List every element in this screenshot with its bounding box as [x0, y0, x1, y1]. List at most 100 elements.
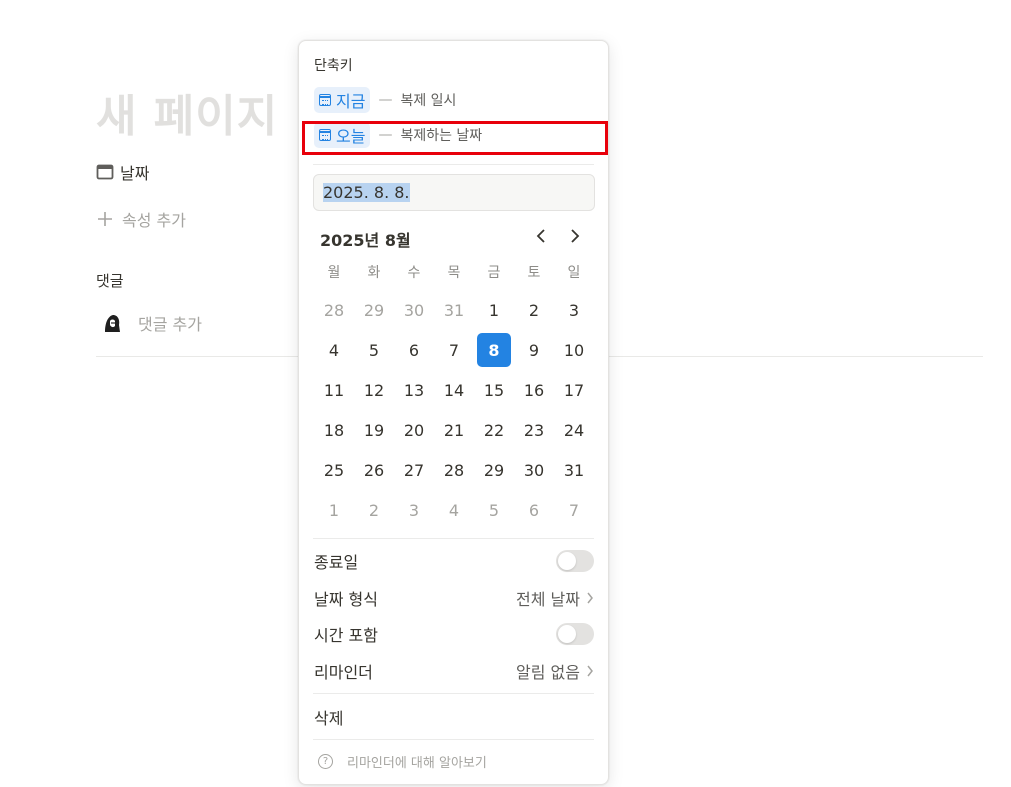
add-comment-placeholder[interactable]: 댓글 추가: [138, 311, 202, 335]
date-format-value: 전체 날짜: [516, 590, 580, 609]
calendar-day-number: 25: [323, 460, 345, 480]
calendar-day[interactable]: 18: [314, 410, 354, 450]
add-property-button[interactable]: 속성 추가: [96, 207, 186, 231]
calendar-day[interactable]: 4: [314, 330, 354, 370]
calendar-day[interactable]: 13: [394, 370, 434, 410]
property-date[interactable]: 날짜: [96, 160, 149, 184]
calendar-day[interactable]: 5: [474, 490, 514, 530]
calendar-day[interactable]: 11: [314, 370, 354, 410]
calendar-day-number: 3: [568, 300, 580, 320]
dash-separator: —: [378, 92, 393, 108]
calendar-day-number: 7: [568, 500, 580, 520]
calendar-day[interactable]: 2: [354, 490, 394, 530]
calendar-day-number: 30: [523, 460, 545, 480]
calendar-day[interactable]: 20: [394, 410, 434, 450]
calendar-day[interactable]: 23: [514, 410, 554, 450]
shortcut-desc: 복제 일시: [400, 93, 457, 109]
calendar-day[interactable]: 3: [554, 290, 594, 330]
divider: [313, 538, 594, 539]
weekday-header: 수: [407, 265, 421, 281]
calendar-day[interactable]: 9: [514, 330, 554, 370]
calendar-day[interactable]: 30: [514, 450, 554, 490]
calendar-day[interactable]: 31: [434, 290, 474, 330]
calendar-day-number: 21: [443, 420, 465, 440]
calendar-day[interactable]: 2: [514, 290, 554, 330]
help-link[interactable]: ? 리마인더에 대해 알아보기: [318, 752, 487, 771]
shortcut-chip-now[interactable]: 지금: [314, 87, 371, 113]
calendar-day[interactable]: 17: [554, 370, 594, 410]
calendar-day[interactable]: 16: [514, 370, 554, 410]
calendar-day[interactable]: 7: [554, 490, 594, 530]
calendar-day[interactable]: 29: [354, 290, 394, 330]
calendar-day[interactable]: 6: [394, 330, 434, 370]
calendar-day[interactable]: 1: [314, 490, 354, 530]
calendar-day[interactable]: 29: [474, 450, 514, 490]
calendar-day[interactable]: 21: [434, 410, 474, 450]
date-picker-popover: 단축키 지금 — 복제 일시 오늘 — 복제하는 날짜 2025. 8. 8. …: [298, 40, 609, 785]
calendar-day[interactable]: 7: [434, 330, 474, 370]
weekday-header: 월: [327, 265, 341, 281]
calendar-day-number: 8: [488, 340, 500, 360]
calendar-day-number: 2: [368, 500, 380, 520]
next-month-button[interactable]: [563, 225, 585, 247]
calendar-day[interactable]: 24: [554, 410, 594, 450]
calendar-day[interactable]: 5: [354, 330, 394, 370]
date-format-row[interactable]: 날짜 형식 전체 날짜: [314, 583, 594, 613]
calendar-day-number: 4: [328, 340, 340, 360]
calendar-day[interactable]: 28: [434, 450, 474, 490]
calendar-day-number: 13: [403, 380, 425, 400]
chevron-right-icon: [587, 665, 593, 677]
add-comment-row[interactable]: 댓글 추가: [100, 311, 202, 335]
plus-icon: [98, 212, 112, 226]
reminder-label: 리마인더: [314, 663, 373, 682]
calendar-day[interactable]: 28: [314, 290, 354, 330]
weekday-header: 토: [527, 265, 541, 281]
calendar-day[interactable]: 15: [474, 370, 514, 410]
calendar-day-number: 27: [403, 460, 425, 480]
end-date-row[interactable]: 종료일: [314, 546, 594, 576]
delete-button[interactable]: 삭제: [314, 702, 594, 732]
calendar-day[interactable]: 19: [354, 410, 394, 450]
calendar-day-selected[interactable]: 8: [474, 330, 514, 370]
calendar-day[interactable]: 12: [354, 370, 394, 410]
calendar-grid: 월 화 수 목 금 토 일 28 29 30 31 1 2 3 4 5 6 7 8 9 10 11 12 13 14 15 16 17…: [314, 254, 594, 530]
help-text: 리마인더에 대해 알아보기: [347, 756, 487, 771]
calendar-day[interactable]: 27: [394, 450, 434, 490]
chevron-left-icon: [536, 229, 545, 243]
calendar-day-number: 6: [528, 500, 540, 520]
calendar-icon: [96, 164, 114, 180]
calendar-day[interactable]: 1: [474, 290, 514, 330]
include-time-label: 시간 포함: [314, 626, 378, 645]
calendar-day[interactable]: 6: [514, 490, 554, 530]
include-time-row[interactable]: 시간 포함: [314, 619, 594, 649]
reminder-row[interactable]: 리마인더 알림 없음: [314, 656, 594, 686]
calendar-day-number: 7: [448, 340, 460, 360]
calendar-day-number: 31: [443, 300, 465, 320]
calendar-day-number: 2: [528, 300, 540, 320]
calendar-day[interactable]: 26: [354, 450, 394, 490]
date-input-value: 2025. 8. 8.: [323, 183, 410, 202]
prev-month-button[interactable]: [531, 225, 553, 247]
calendar-day[interactable]: 14: [434, 370, 474, 410]
calendar-day-number: 30: [403, 300, 425, 320]
weekday-header: 화: [367, 265, 381, 281]
calendar-day[interactable]: 25: [314, 450, 354, 490]
calendar-day-number: 29: [363, 300, 385, 320]
date-input[interactable]: 2025. 8. 8.: [313, 174, 595, 211]
calendar-day[interactable]: 31: [554, 450, 594, 490]
include-time-toggle[interactable]: [556, 623, 594, 645]
calendar-day[interactable]: 10: [554, 330, 594, 370]
shortcut-now[interactable]: 지금 — 복제 일시: [314, 87, 456, 113]
divider: [313, 693, 594, 694]
calendar-day-number: 12: [363, 380, 385, 400]
calendar-day[interactable]: 4: [434, 490, 474, 530]
weekday-header: 목: [447, 265, 461, 281]
calendar-icon: [319, 94, 331, 106]
calendar-day-number: 22: [483, 420, 505, 440]
calendar-day[interactable]: 30: [394, 290, 434, 330]
calendar-day[interactable]: 3: [394, 490, 434, 530]
calendar-day-number: 15: [483, 380, 505, 400]
end-date-toggle[interactable]: [556, 550, 594, 572]
page-title[interactable]: 새 페이지: [96, 80, 278, 144]
calendar-day[interactable]: 22: [474, 410, 514, 450]
